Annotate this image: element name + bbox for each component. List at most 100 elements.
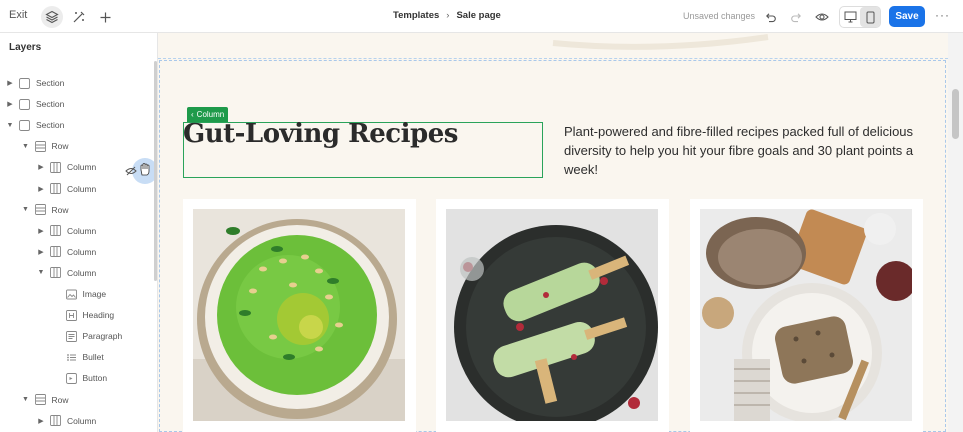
- redo-icon[interactable]: [785, 6, 807, 28]
- layer-item-label: Heading: [82, 310, 115, 321]
- recipe-image-ice-pops[interactable]: [446, 209, 658, 421]
- collapse-caret-icon[interactable]: ▼: [21, 206, 31, 213]
- expand-caret-icon[interactable]: ▶: [36, 248, 46, 256]
- layer-item-image[interactable]: Image: [52, 286, 107, 302]
- layer-item-label: Section: [36, 78, 65, 88]
- layer-item-heading[interactable]: Heading: [52, 307, 115, 323]
- save-button[interactable]: Save: [889, 6, 925, 27]
- layer-item-label: Column: [67, 183, 97, 194]
- layer-item-label: Column: [67, 225, 97, 236]
- layers-icon[interactable]: [41, 6, 63, 28]
- layer-item-label: Column: [67, 415, 97, 426]
- column-icon: [50, 267, 61, 279]
- collapse-caret-icon[interactable]: ▼: [5, 122, 15, 129]
- column-tag-label: Column: [196, 110, 225, 119]
- intro-line: diversity to help you hit your fibre goa…: [564, 143, 914, 158]
- layer-item-row[interactable]: ▼ Row: [21, 138, 69, 154]
- paragraph-icon: [65, 330, 77, 342]
- intro-line: week!: [564, 162, 598, 177]
- expand-caret-icon[interactable]: ▶: [5, 100, 15, 108]
- collapse-caret-icon[interactable]: ▼: [21, 396, 31, 403]
- recipe-card[interactable]: [436, 199, 669, 432]
- layer-item-label: Button: [82, 373, 108, 384]
- canvas-scrollbar-thumb[interactable]: [952, 89, 959, 139]
- layer-item-label: Column: [67, 162, 97, 173]
- layer-item-label: Image: [82, 289, 107, 299]
- column-icon: [50, 225, 61, 237]
- layer-item-column[interactable]: ▶ Column: [36, 181, 96, 197]
- bullet-icon: [66, 352, 77, 363]
- expand-caret-icon[interactable]: ▶: [36, 185, 46, 193]
- layer-item-label: Paragraph: [82, 331, 123, 342]
- row-icon: [34, 140, 46, 152]
- row-icon: [34, 204, 46, 216]
- layer-item-row[interactable]: ▼ Row: [21, 202, 69, 218]
- recipe-image-seeded-bread[interactable]: [700, 209, 912, 421]
- heading-icon: [65, 309, 77, 321]
- column-icon: [50, 183, 61, 194]
- canvas-scrollbar[interactable]: [948, 33, 963, 432]
- collapse-caret-icon[interactable]: ▼: [36, 269, 46, 276]
- mobile-view-icon[interactable]: [860, 7, 880, 27]
- preview-eye-icon[interactable]: [811, 6, 833, 28]
- layer-item-row[interactable]: ▼ Row: [21, 392, 69, 408]
- layers-panel-title: Layers: [9, 42, 42, 53]
- layer-item-label: Row: [51, 141, 69, 152]
- layer-item-button[interactable]: Button: [52, 370, 108, 386]
- layer-item-label: Section: [36, 99, 65, 110]
- collapse-caret-icon[interactable]: ▼: [21, 143, 31, 150]
- magic-tools-icon[interactable]: [68, 6, 90, 28]
- recipe-image-hummus[interactable]: [193, 209, 405, 421]
- layer-item-paragraph[interactable]: Paragraph: [52, 328, 123, 344]
- expand-caret-icon[interactable]: ▶: [36, 163, 46, 171]
- layer-item-column[interactable]: ▼ Column: [36, 265, 96, 281]
- section-icon: [19, 119, 30, 131]
- previous-section[interactable]: [158, 33, 948, 59]
- desktop-view-icon[interactable]: [840, 7, 860, 27]
- layer-item-section[interactable]: ▶ Section: [5, 96, 64, 112]
- row-icon: [34, 394, 46, 405]
- save-status: Unsaved changes: [683, 11, 756, 21]
- section-icon: [19, 98, 30, 110]
- layers-scrollbar[interactable]: [154, 61, 157, 281]
- section-heading[interactable]: Gut-Loving Recipes: [183, 119, 458, 149]
- device-toggle: [839, 6, 881, 28]
- layer-item-column[interactable]: ▶ Column: [36, 223, 96, 239]
- column-icon: [50, 161, 61, 173]
- layer-item-section[interactable]: ▶ Section: [5, 75, 64, 91]
- layer-item-column[interactable]: ▶ Column: [36, 159, 96, 175]
- chevron-left-icon: ‹: [191, 110, 194, 119]
- layer-item-label: Bullet: [82, 352, 104, 363]
- hide-eye-icon[interactable]: [125, 164, 137, 182]
- breadcrumb: Templates › Sale page: [393, 10, 501, 21]
- layer-item-label: Column: [67, 267, 97, 278]
- exit-button[interactable]: Exit: [9, 9, 27, 21]
- top-bar: Exit Templates › Sale page Unsaved chang…: [0, 0, 963, 33]
- undo-icon[interactable]: [759, 6, 781, 28]
- section-icon: [19, 77, 30, 89]
- layer-item-label: Column: [67, 246, 97, 257]
- expand-caret-icon[interactable]: ▶: [36, 227, 46, 235]
- layer-item-section[interactable]: ▼ Section: [5, 117, 64, 133]
- page-canvas: ‹ Column Gut-Loving Recipes Plant-powere…: [158, 33, 948, 432]
- recipe-card[interactable]: [690, 199, 923, 432]
- more-options-icon[interactable]: ···: [935, 8, 950, 22]
- layer-item-column[interactable]: ▶ Column: [36, 413, 96, 429]
- layer-item-bullet[interactable]: Bullet: [52, 349, 104, 365]
- layer-item-column[interactable]: ▶ Column: [36, 244, 96, 260]
- layer-item-label: Section: [36, 120, 65, 131]
- chevron-right-icon: ›: [446, 10, 450, 21]
- intro-line: Plant-powered and fibre-filled recipes p…: [564, 124, 914, 139]
- add-icon[interactable]: [94, 6, 116, 28]
- intro-paragraph[interactable]: Plant-powered and fibre-filled recipes p…: [564, 122, 929, 179]
- column-icon: [50, 246, 61, 258]
- layer-item-label: Row: [51, 204, 69, 215]
- hand-cursor-icon: [139, 163, 151, 181]
- breadcrumb-current: Sale page: [456, 10, 501, 21]
- column-icon: [50, 415, 61, 427]
- image-icon: [65, 289, 77, 300]
- breadcrumb-templates[interactable]: Templates: [393, 10, 439, 21]
- expand-caret-icon[interactable]: ▶: [36, 417, 46, 425]
- recipe-card[interactable]: [183, 199, 416, 432]
- expand-caret-icon[interactable]: ▶: [5, 79, 15, 87]
